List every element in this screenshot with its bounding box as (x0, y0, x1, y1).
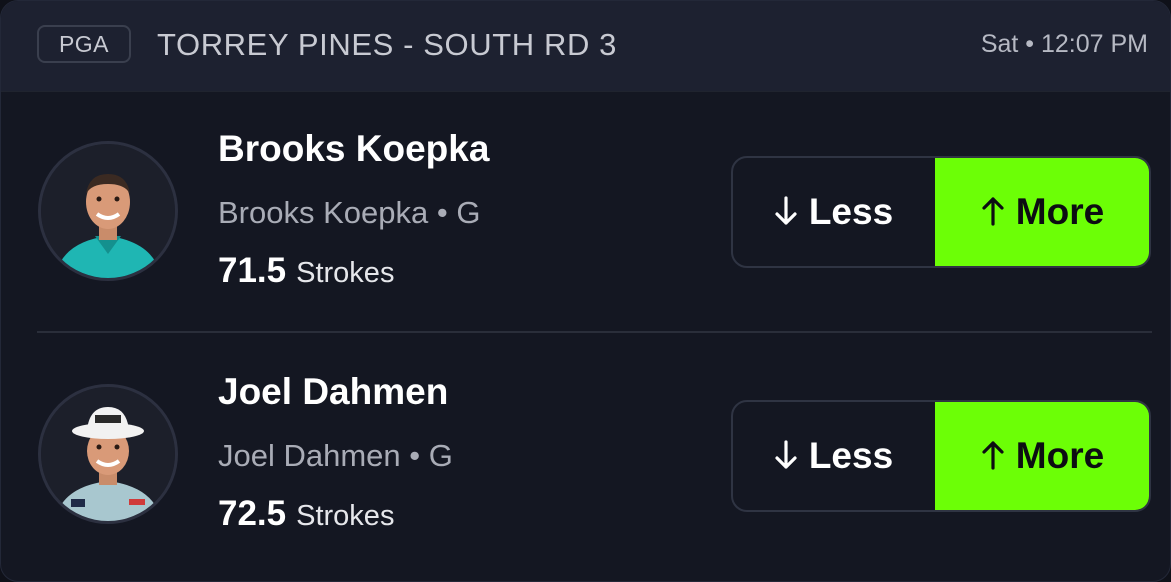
projection-line: 71.5 Strokes (218, 249, 394, 300)
player-subtitle: Brooks Koepka • G (218, 195, 481, 230)
pick-toggle: Less More (731, 400, 1151, 512)
player-avatar (38, 141, 178, 281)
less-label: Less (808, 435, 894, 476)
less-button[interactable]: Less (733, 402, 935, 510)
less-button[interactable]: Less (733, 158, 935, 266)
more-label: More (1015, 435, 1105, 476)
header: PGA TORREY PINES - SOUTH RD 3 Sat • 12:0… (1, 1, 1170, 92)
more-button[interactable]: More (935, 402, 1149, 510)
player-avatar (38, 384, 178, 524)
less-label: Less (808, 191, 894, 232)
player-name: Joel Dahmen (218, 371, 449, 412)
player-row: Joel Dahmen Joel Dahmen • G 72.5 Strokes … (1, 337, 1170, 577)
pick-toggle: Less More (731, 156, 1151, 268)
line-value: 72.5 (218, 494, 287, 533)
player-subtitle: Joel Dahmen • G (218, 438, 453, 473)
more-button[interactable]: More (935, 158, 1149, 266)
player-name: Brooks Koepka (218, 128, 490, 169)
line-value: 71.5 (218, 251, 287, 290)
match-title: TORREY PINES - SOUTH RD 3 (157, 27, 617, 62)
arrow-down-icon (775, 440, 797, 469)
league-badge: PGA (37, 25, 131, 63)
more-label: More (1015, 191, 1105, 232)
arrow-up-icon (982, 441, 1004, 470)
game-time: Sat • 12:07 PM (980, 30, 1148, 58)
arrow-down-icon (775, 196, 797, 225)
pick-card: PGA TORREY PINES - SOUTH RD 3 Sat • 12:0… (0, 0, 1171, 582)
arrow-up-icon (982, 197, 1004, 226)
stat-type: Strokes (296, 500, 395, 532)
row-divider (37, 331, 1152, 333)
player-row: Brooks Koepka Brooks Koepka • G 71.5 Stro… (1, 93, 1170, 333)
stat-type: Strokes (296, 257, 395, 289)
projection-line: 72.5 Strokes (218, 492, 394, 543)
